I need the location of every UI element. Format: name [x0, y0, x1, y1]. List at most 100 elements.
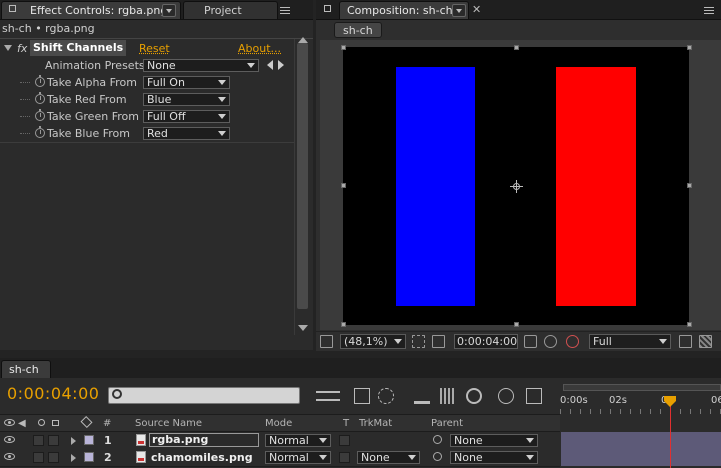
graph-editor-icon[interactable]	[526, 388, 542, 404]
parent-dropdown[interactable]: None	[450, 434, 538, 447]
chevron-down-icon	[394, 339, 402, 344]
color-channels-icon[interactable]	[566, 335, 579, 348]
timecode-display[interactable]: 0:00:04:00	[454, 334, 518, 349]
effect-name: Shift Channels	[30, 40, 127, 56]
pick-whip-icon[interactable]	[433, 452, 442, 461]
property-dropdown[interactable]: Blue	[143, 93, 230, 106]
brainstorm-icon[interactable]	[498, 388, 514, 404]
twirl-right-icon[interactable]	[71, 454, 76, 462]
trkmat-value: None	[361, 451, 390, 464]
tab-effect-controls[interactable]: Effect Controls: rgba.png	[1, 1, 181, 19]
chevron-down-icon[interactable]	[162, 4, 176, 17]
frame-blending-icon[interactable]	[440, 388, 456, 404]
draft-3d-icon[interactable]	[378, 388, 394, 404]
close-icon[interactable]	[9, 5, 16, 12]
transform-handle[interactable]	[687, 45, 692, 50]
fx-icon[interactable]: fx	[17, 42, 27, 55]
effect-header-row[interactable]: fx Shift Channels Reset About...	[0, 40, 300, 57]
animation-presets-dropdown[interactable]: None	[143, 59, 259, 72]
tab-timeline[interactable]: sh-ch	[1, 360, 51, 378]
camera-icon[interactable]	[524, 335, 537, 348]
resolution-value: Full	[593, 335, 612, 348]
preserve-transparency-toggle[interactable]	[339, 452, 350, 463]
parent-dropdown[interactable]: None	[450, 451, 538, 464]
chevron-down-icon	[218, 97, 226, 102]
tab-composition[interactable]: Composition: sh-ch	[339, 1, 469, 19]
search-input[interactable]	[108, 387, 300, 404]
layer-duration-bar[interactable]	[561, 432, 721, 449]
current-time-indicator-line[interactable]	[670, 398, 671, 468]
table-row[interactable]: 2 chamomiles.png Normal None None	[0, 449, 560, 467]
lock-toggle[interactable]	[48, 435, 59, 446]
eye-icon[interactable]	[4, 436, 15, 443]
stopwatch-icon[interactable]	[35, 126, 45, 138]
layer-duration-bar[interactable]	[561, 449, 721, 466]
about-link[interactable]: About...	[238, 42, 281, 55]
solo-toggle[interactable]	[33, 452, 44, 463]
layer-source-name[interactable]: rgba.png	[149, 433, 259, 447]
panel-menu-icon[interactable]	[278, 5, 292, 15]
table-row[interactable]: 1 rgba.png Normal None	[0, 432, 560, 450]
always-preview-icon[interactable]	[320, 335, 333, 348]
scroll-down-icon[interactable]	[298, 325, 308, 331]
preserve-transparency-toggle[interactable]	[339, 435, 350, 446]
twirl-right-icon[interactable]	[71, 437, 76, 445]
work-area-bar[interactable]	[563, 384, 721, 391]
current-time-display[interactable]: 0:00:04:00	[7, 384, 99, 403]
anchor-point-icon[interactable]	[510, 180, 523, 193]
blend-mode-dropdown[interactable]: Normal	[265, 434, 331, 447]
live-update-icon[interactable]	[354, 388, 370, 404]
reset-link[interactable]: Reset	[139, 42, 170, 55]
transform-handle[interactable]	[514, 322, 519, 327]
motion-blur-icon[interactable]	[466, 388, 482, 404]
zoom-value: (48,1%)	[344, 335, 388, 348]
transform-handle[interactable]	[514, 45, 519, 50]
fast-previews-icon[interactable]	[679, 335, 692, 348]
next-preset-icon[interactable]	[278, 60, 284, 70]
zoom-dropdown[interactable]: (48,1%)	[340, 334, 406, 349]
chevron-down-icon	[218, 131, 226, 136]
property-dropdown[interactable]: Full Off	[143, 110, 230, 123]
composition-tabbar: Composition: sh-ch ✕	[316, 0, 721, 20]
layer-label-color[interactable]	[84, 452, 94, 462]
eye-icon[interactable]	[4, 453, 15, 460]
vertical-scrollbar[interactable]	[294, 37, 310, 335]
chevron-down-icon	[247, 63, 255, 68]
lock-toggle[interactable]	[48, 452, 59, 463]
checkerboard-icon[interactable]	[699, 335, 712, 348]
layer-label-color[interactable]	[84, 435, 94, 445]
comp-subtab[interactable]: sh-ch	[334, 22, 382, 38]
blend-mode-dropdown[interactable]: Normal	[265, 451, 331, 464]
scrollbar-thumb[interactable]	[297, 43, 308, 309]
transparency-grid-icon[interactable]	[432, 335, 445, 348]
stopwatch-icon[interactable]	[35, 92, 45, 104]
stopwatch-icon[interactable]	[35, 75, 45, 87]
lock-icon[interactable]	[324, 5, 331, 12]
chevron-down-icon[interactable]	[452, 4, 466, 17]
column-source-name[interactable]: Source Name	[135, 418, 202, 429]
transform-handle[interactable]	[341, 45, 346, 50]
transform-handle[interactable]	[687, 183, 692, 188]
hide-shy-layers-icon[interactable]	[414, 388, 430, 404]
prev-preset-icon[interactable]	[267, 60, 273, 70]
trkmat-dropdown[interactable]: None	[357, 451, 420, 464]
region-of-interest-icon[interactable]	[412, 335, 425, 348]
comp-mini-flowchart-icon[interactable]	[316, 391, 340, 401]
property-dropdown[interactable]: Full On	[143, 76, 230, 89]
property-dropdown[interactable]: Red	[143, 127, 230, 140]
panel-menu-icon[interactable]	[702, 5, 716, 15]
transform-handle[interactable]	[341, 183, 346, 188]
blend-mode-value: Normal	[269, 451, 309, 464]
property-label: Take Alpha From	[47, 76, 137, 89]
resolution-dropdown[interactable]: Full	[589, 334, 671, 349]
pick-whip-icon[interactable]	[433, 435, 442, 444]
layer-source-name[interactable]: chamomiles.png	[151, 451, 253, 464]
tab-project[interactable]: Project	[183, 1, 278, 19]
solo-toggle[interactable]	[33, 435, 44, 446]
stopwatch-icon[interactable]	[35, 109, 45, 121]
transform-handle[interactable]	[687, 322, 692, 327]
show-snapshot-icon[interactable]	[544, 335, 557, 348]
twirl-down-icon[interactable]	[4, 45, 12, 51]
transform-handle[interactable]	[341, 322, 346, 327]
close-icon[interactable]: ✕	[472, 3, 481, 16]
